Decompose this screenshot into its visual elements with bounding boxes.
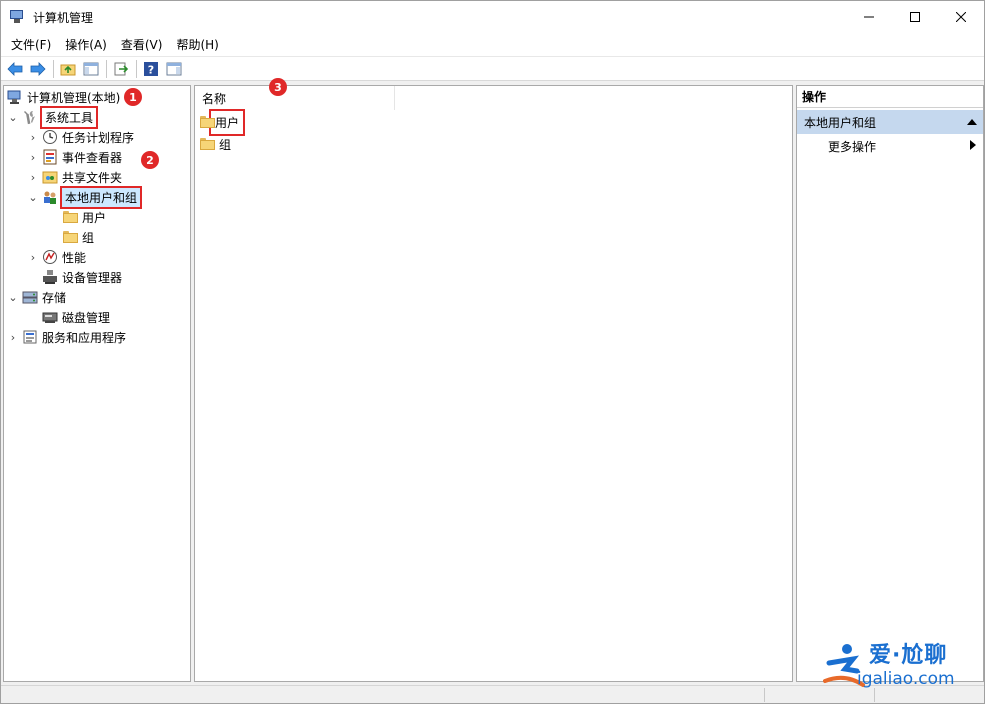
column-header-name[interactable]: 名称 xyxy=(195,86,395,110)
services-icon xyxy=(22,329,38,345)
chevron-right-icon[interactable]: › xyxy=(27,251,39,264)
tree-item-services-applications[interactable]: › 服务和应用程序 xyxy=(7,327,126,347)
up-folder-icon xyxy=(60,64,76,75)
watermark-title: 爱·尬聊 xyxy=(869,643,948,668)
more-actions-label: 更多操作 xyxy=(828,139,877,154)
minimize-icon xyxy=(864,16,874,18)
shared-folder-icon xyxy=(42,169,58,185)
chevron-right-icon[interactable]: › xyxy=(7,331,19,344)
submenu-arrow-icon xyxy=(970,139,977,153)
menu-file[interactable]: 文件(F) xyxy=(4,36,58,53)
list-item-groups[interactable]: 组 xyxy=(199,134,231,154)
show-hide-action-pane-icon xyxy=(166,62,182,75)
tools-icon xyxy=(22,109,38,125)
up-one-level-button[interactable] xyxy=(58,59,78,79)
maximize-icon xyxy=(910,12,920,22)
tree-item-local-users-groups[interactable]: ⌄ 本地用户和组 xyxy=(27,185,143,209)
show-hide-tree-button[interactable] xyxy=(81,59,101,79)
tree-item-task-scheduler[interactable]: › 任务计划程序 xyxy=(27,127,134,147)
help-button[interactable]: ? xyxy=(141,59,161,79)
list-item-users[interactable]: 用户 xyxy=(199,108,246,136)
event-viewer-icon xyxy=(42,149,58,165)
more-actions-item[interactable]: 更多操作 xyxy=(797,135,983,157)
export-list-icon xyxy=(114,62,129,75)
results-list-pane: 名称 3 用户 组 xyxy=(194,78,793,682)
toolbar-separator xyxy=(53,59,54,78)
close-icon xyxy=(956,12,966,22)
annotation-badge-1: 1 xyxy=(124,88,142,106)
export-list-button[interactable] xyxy=(111,59,131,79)
folder-icon xyxy=(199,114,215,130)
tree-item-event-viewer[interactable]: › 事件查看器 xyxy=(27,147,122,167)
console-tree-pane: 计算机管理(本地) ⌄ 系统工具 › 任务计划程序 › 事件查看器 › 共享文件… xyxy=(3,85,191,682)
tree-item-performance[interactable]: › 性能 xyxy=(27,247,86,267)
annotation-badge-2: 2 xyxy=(141,151,159,169)
tree-item-system-tools[interactable]: ⌄ 系统工具 xyxy=(7,105,99,129)
toolbar-separator xyxy=(136,59,137,78)
close-button[interactable] xyxy=(938,1,984,33)
folder-icon xyxy=(62,209,78,225)
menu-action[interactable]: 操作(A) xyxy=(58,36,114,53)
tree-item-users[interactable]: 用户 xyxy=(62,207,106,227)
forward-arrow-icon xyxy=(30,61,46,76)
computer-management-window: 计算机管理 文件(F) 操作(A) 查看(V) 帮助(H) ? 计算机管理(本地… xyxy=(0,0,985,704)
tree-item-disk-management[interactable]: 磁盘管理 xyxy=(42,307,110,327)
back-button[interactable] xyxy=(5,59,25,79)
back-arrow-icon xyxy=(7,61,23,76)
tree-item-computer-management[interactable]: 计算机管理(本地) xyxy=(7,87,120,107)
chevron-right-icon[interactable]: › xyxy=(27,131,39,144)
minimize-button[interactable] xyxy=(846,1,892,33)
tree-item-groups[interactable]: 组 xyxy=(62,227,94,247)
folder-icon xyxy=(199,136,215,152)
device-manager-icon xyxy=(42,269,58,285)
chevron-down-icon[interactable]: ⌄ xyxy=(7,111,19,124)
tree-item-storage[interactable]: ⌄ 存储 xyxy=(7,287,66,307)
clock-icon xyxy=(42,129,58,145)
actions-group-label: 本地用户和组 xyxy=(804,115,877,130)
actions-group-local-users-groups[interactable]: 本地用户和组 xyxy=(797,110,983,134)
toolbar-separator xyxy=(106,59,107,78)
chevron-down-icon[interactable]: ⌄ xyxy=(7,291,19,304)
annotation-badge-3: 3 xyxy=(269,78,287,96)
actions-pane: 操作 本地用户和组 更多操作 xyxy=(796,85,984,682)
window-title: 计算机管理 xyxy=(33,10,94,25)
menu-view[interactable]: 查看(V) xyxy=(114,36,170,53)
svg-text:?: ? xyxy=(148,63,154,76)
storage-icon xyxy=(22,289,38,305)
chevron-right-icon[interactable]: › xyxy=(27,171,39,184)
status-divider xyxy=(764,688,765,702)
tree-item-device-manager[interactable]: 设备管理器 xyxy=(42,267,122,287)
folder-icon xyxy=(62,229,78,245)
computer-management-icon xyxy=(7,89,23,105)
performance-icon xyxy=(42,249,58,265)
show-hide-tree-icon xyxy=(83,62,99,75)
tree-item-shared-folders[interactable]: › 共享文件夹 xyxy=(27,167,122,187)
maximize-button[interactable] xyxy=(892,1,938,33)
collapse-up-icon[interactable] xyxy=(967,115,977,129)
actions-header: 操作 xyxy=(797,86,983,108)
users-group-icon xyxy=(42,189,58,205)
watermark-url: igaliao.com xyxy=(857,669,955,689)
chevron-right-icon[interactable]: › xyxy=(27,151,39,164)
help-icon: ? xyxy=(144,61,158,76)
menu-help[interactable]: 帮助(H) xyxy=(169,36,225,53)
chevron-down-icon[interactable]: ⌄ xyxy=(27,191,39,204)
title-bar: 计算机管理 xyxy=(1,1,984,33)
toolbar: ? xyxy=(1,57,984,81)
computer-management-icon xyxy=(9,9,25,25)
menu-bar: 文件(F) 操作(A) 查看(V) 帮助(H) xyxy=(1,33,984,57)
forward-button[interactable] xyxy=(28,59,48,79)
show-hide-action-pane-button[interactable] xyxy=(164,59,184,79)
disk-management-icon xyxy=(42,309,58,325)
site-watermark: 爱·尬聊 igaliao.com xyxy=(823,635,978,695)
